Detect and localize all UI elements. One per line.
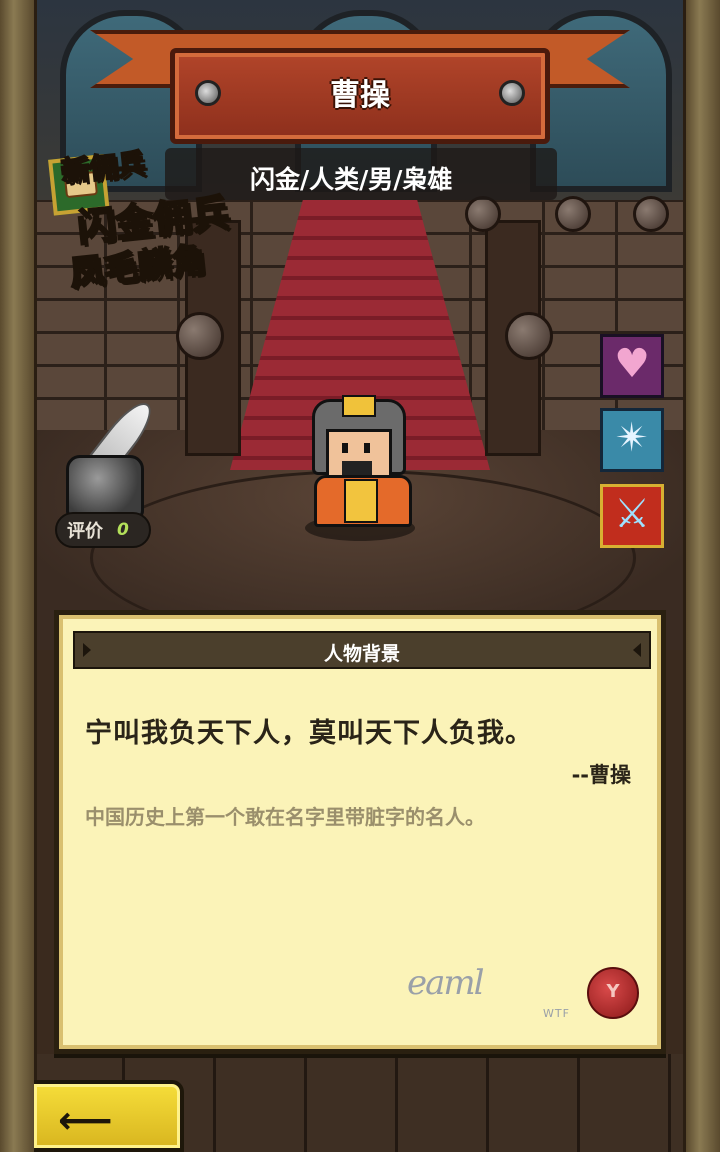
promo-badge: 新佣兵 闪金佣兵 凤毛麟角 [47,129,283,311]
triangle-right-icon [633,643,641,657]
arrow-left-icon: ⟵ [58,1098,113,1142]
rail-ball-left [176,312,224,360]
back-button[interactable]: ⟵ [34,1080,184,1152]
character-traits: 闪金/人类/男/枭雄 [250,165,453,194]
frame-pillar-right [683,0,720,1152]
character-name: 曹操 [330,78,390,113]
inkwell-quill-icon[interactable] [60,395,190,525]
quote-attribution: --曹操 [571,763,631,787]
broken-heart-icon: ♥ [614,341,650,387]
signature-tag: WTF [543,1007,570,1020]
character-quote: 宁叫我负天下人，莫叫天下人负我。 [85,718,533,749]
sword-icon: ⚔ [614,491,650,537]
sprite-eye [342,443,348,453]
ink-pot-icon [66,455,144,519]
rail-ball-right [505,312,553,360]
magic-circle-shield-icon: ✴ [615,415,649,461]
character-sprite[interactable] [300,395,420,545]
sprite-eye [364,443,370,453]
rating-value: 0 [117,520,129,540]
panel-header: 人物背景 [73,631,651,669]
panel-title: 人物背景 [323,643,400,665]
frame-pillar-left [0,0,37,1152]
title-banner: 曹操 [90,20,630,144]
wax-seal-icon [587,967,639,1019]
rail-ball-upper-right-3 [633,196,669,232]
skill-magic-shield[interactable]: ✴ [600,408,664,472]
sprite-belt [344,479,378,523]
skill-broken-heart[interactable]: ♥ [600,334,664,398]
character-description: 中国历史上第一个敢在名字里带脏字的名人。 [85,805,485,829]
rail-ball-upper-right [465,196,501,232]
rating-label: 评价 [67,521,103,542]
rating-badge[interactable]: 评价 0 [55,512,151,548]
skill-sword[interactable]: ⚔ [600,484,664,548]
crown-icon [342,395,376,417]
background-story-panel: 人物背景 宁叫我负天下人，莫叫天下人负我。 --曹操 中国历史上第一个敢在名字里… [54,610,666,1054]
promo-line-new: 新佣兵 [59,146,148,190]
author-signature: eaml [407,963,485,1003]
rail-ball-upper-right-2 [555,196,591,232]
